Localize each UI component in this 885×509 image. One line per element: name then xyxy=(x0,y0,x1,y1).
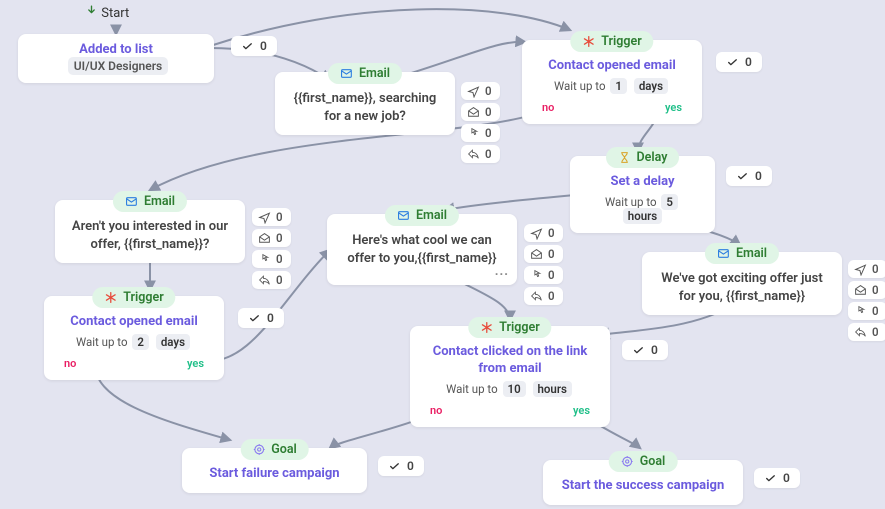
start-label: Start xyxy=(101,6,129,21)
trigger-title: Contact opened email xyxy=(58,314,210,331)
branch-no: no xyxy=(430,404,442,417)
list-chip: UI/UX Designers xyxy=(68,57,168,75)
trigger2-check: 0 xyxy=(238,308,284,328)
target-icon xyxy=(621,455,634,468)
goal-pill: Goal xyxy=(597,448,690,475)
goal-pill: Goal xyxy=(228,436,321,463)
trigger-node-2[interactable]: Trigger Contact opened email Wait up to … xyxy=(44,296,224,380)
branch-yes: yes xyxy=(665,101,682,114)
branch-no: no xyxy=(542,101,554,114)
email2-stats: 0 0 0 0 xyxy=(252,208,291,289)
open-icon xyxy=(854,284,867,297)
goal2-check: 0 xyxy=(754,468,800,488)
goal-title: Start the success campaign xyxy=(557,478,729,495)
wait-row: Wait up to 5 hours xyxy=(584,195,701,223)
send-icon xyxy=(258,211,271,224)
email-node-3[interactable]: Email Here's what cool we can offer to y… xyxy=(327,214,517,285)
reply-icon xyxy=(258,274,271,287)
goal1-check: 0 xyxy=(378,456,424,476)
trigger-node-3[interactable]: Trigger Contact clicked on the link from… xyxy=(410,326,610,427)
open-icon xyxy=(530,248,543,261)
email-node-4[interactable]: Email We've got exciting offer just for … xyxy=(642,252,842,315)
trigger-pill: Trigger xyxy=(80,284,187,311)
open-icon xyxy=(467,106,480,119)
email-body: {{first_name}}, searching for a new job? xyxy=(289,90,441,125)
branch-no: no xyxy=(64,357,76,370)
mail-icon xyxy=(397,209,410,222)
delay-node[interactable]: Delay Set a delay Wait up to 5 hours xyxy=(570,156,715,233)
trigger1-check: 0 xyxy=(716,52,762,72)
reply-icon xyxy=(467,148,480,161)
email4-stats: 0 0 0 0 xyxy=(848,260,885,341)
asterisk-icon xyxy=(582,35,595,48)
arrow-down-icon xyxy=(85,4,98,17)
wait-row: Wait up to 2 days xyxy=(58,335,210,349)
mail-icon xyxy=(717,247,730,260)
reply-icon xyxy=(854,326,867,339)
open-icon xyxy=(258,232,271,245)
send-icon xyxy=(467,85,480,98)
email-pill: Email xyxy=(693,240,791,267)
goal-title: Start failure campaign xyxy=(196,466,353,483)
click-icon xyxy=(854,305,867,318)
mail-icon xyxy=(340,67,353,80)
delay-check: 0 xyxy=(726,166,772,186)
branch-yes: yes xyxy=(573,404,590,417)
asterisk-icon xyxy=(104,291,117,304)
wait-row: Wait up to 10 hours xyxy=(424,382,596,396)
send-icon xyxy=(854,263,867,276)
trigger3-check: 0 xyxy=(622,340,668,360)
trigger-pill: Trigger xyxy=(558,28,665,55)
reply-icon xyxy=(530,290,543,303)
email-pill: Email xyxy=(101,188,199,215)
email-node-2[interactable]: Email Aren't you interested in our offer… xyxy=(55,200,245,263)
start-node[interactable]: Added to list UI/UX Designers xyxy=(18,34,214,83)
click-icon xyxy=(467,127,480,140)
email-pill: Email xyxy=(316,60,414,87)
check-icon xyxy=(726,56,739,69)
target-icon xyxy=(252,443,265,456)
email-body: Here's what cool we can offer to you,{{f… xyxy=(341,232,503,267)
wait-row: Wait up to 1 days xyxy=(536,79,688,93)
send-icon xyxy=(530,227,543,240)
goal-node-1[interactable]: Goal Start failure campaign xyxy=(182,448,367,493)
click-icon xyxy=(258,253,271,266)
check-icon xyxy=(736,170,749,183)
email-body: Aren't you interested in our offer, {{fi… xyxy=(69,218,231,253)
trigger-node-1[interactable]: Trigger Contact opened email Wait up to … xyxy=(522,40,702,124)
email-node-1[interactable]: Email {{first_name}}, searching for a ne… xyxy=(275,72,455,135)
check-icon xyxy=(632,344,645,357)
branch-yes: yes xyxy=(187,357,204,370)
ellipsis-icon[interactable]: ... xyxy=(495,264,509,279)
trigger-pill: Trigger xyxy=(456,314,563,341)
mail-icon xyxy=(125,195,138,208)
check-icon xyxy=(764,472,777,485)
delay-title: Set a delay xyxy=(584,174,701,191)
check-icon xyxy=(241,40,254,53)
check-icon xyxy=(248,312,261,325)
email1-stats: 0 0 0 0 xyxy=(461,82,500,163)
trigger-title: Contact clicked on the link from email xyxy=(424,344,596,378)
click-icon xyxy=(530,269,543,282)
email-pill: Email xyxy=(373,202,471,229)
check-icon xyxy=(388,460,401,473)
start-check: 0 xyxy=(231,36,277,56)
email-body: We've got exciting offer just for you, {… xyxy=(656,270,828,305)
goal-node-2[interactable]: Goal Start the success campaign xyxy=(543,460,743,505)
start-pill: Start xyxy=(85,4,129,21)
email3-stats: 0 0 0 0 xyxy=(524,224,563,305)
trigger-title: Contact opened email xyxy=(536,58,688,75)
start-title: Added to list xyxy=(79,42,153,57)
asterisk-icon xyxy=(480,321,493,334)
delay-pill: Delay xyxy=(594,144,692,171)
hourglass-icon xyxy=(618,151,631,164)
